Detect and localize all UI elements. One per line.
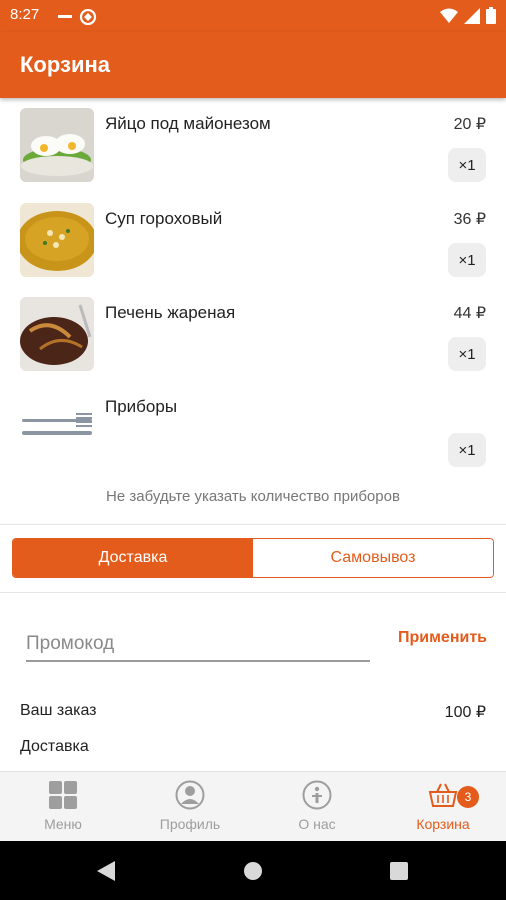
item-price: 44 ₽ xyxy=(453,305,486,322)
battery-icon xyxy=(486,7,496,24)
delivery-label: Доставка xyxy=(20,738,89,755)
order-value: 100 ₽ xyxy=(444,704,486,721)
item-price: 20 ₽ xyxy=(453,116,486,133)
quantity-button[interactable]: ×1 xyxy=(448,433,486,467)
item-name: Приборы xyxy=(105,397,178,416)
divider xyxy=(0,592,506,593)
pea-soup-photo xyxy=(20,203,94,277)
cart-item[interactable]: Приборы ×1 xyxy=(0,391,506,481)
fried-liver-photo xyxy=(20,297,94,371)
nav-about[interactable]: О нас xyxy=(267,780,367,836)
app-bar: Корзина xyxy=(0,32,506,98)
quantity-button[interactable]: ×1 xyxy=(448,148,486,182)
delivery-row: Доставка xyxy=(20,738,486,756)
recents-icon[interactable] xyxy=(390,862,408,880)
quantity-button[interactable]: ×1 xyxy=(448,243,486,277)
cart-item[interactable]: Яйцо под майонезом 20 ₽ ×1 xyxy=(0,108,506,198)
cutlery-photo xyxy=(20,391,94,465)
basket-icon xyxy=(428,783,458,807)
minus-icon xyxy=(58,15,72,18)
home-icon[interactable] xyxy=(243,861,263,881)
status-bar: 8:27 xyxy=(0,0,506,32)
page-title: Корзина xyxy=(20,52,110,77)
divider xyxy=(0,524,506,525)
apply-promo-button[interactable]: Применить xyxy=(398,629,487,647)
cart-count-badge: 3 xyxy=(457,786,479,808)
status-time: 8:27 xyxy=(10,6,40,23)
grid-icon xyxy=(49,781,77,809)
nav-label: Меню xyxy=(44,816,82,832)
nav-label: О нас xyxy=(298,816,336,832)
delivery-toggle[interactable]: Доставка Самовывоз xyxy=(12,538,494,578)
wifi-icon xyxy=(440,8,458,23)
back-icon[interactable] xyxy=(97,861,115,881)
bottom-navigation: Меню Профиль О нас Корзина 3 xyxy=(0,771,506,842)
order-total-row: Ваш заказ 100 ₽ xyxy=(20,702,486,721)
item-name: Яйцо под майонезом xyxy=(105,114,271,133)
profile-icon xyxy=(175,780,205,810)
nav-profile[interactable]: Профиль xyxy=(140,780,240,836)
system-navigation xyxy=(0,841,506,900)
order-label: Ваш заказ xyxy=(20,702,97,719)
item-name: Печень жареная xyxy=(105,303,236,322)
nav-label: Корзина xyxy=(416,816,470,832)
cutlery-hint: Не забудьте указать количество приборов xyxy=(106,488,400,505)
signal-icon xyxy=(464,7,480,24)
cart-item[interactable]: Суп гороховый 36 ₽ ×1 xyxy=(0,203,506,293)
item-price: 36 ₽ xyxy=(453,211,486,228)
info-icon xyxy=(302,780,332,810)
tab-pickup[interactable]: Самовывоз xyxy=(253,539,493,577)
notification-icons xyxy=(58,8,98,30)
tab-delivery[interactable]: Доставка xyxy=(13,539,253,577)
promo-code-input[interactable] xyxy=(26,628,370,662)
egg-mayo-photo xyxy=(20,108,94,182)
item-name: Суп гороховый xyxy=(105,209,223,228)
nav-cart[interactable]: Корзина 3 xyxy=(393,780,493,836)
cart-item[interactable]: Печень жареная 44 ₽ ×1 xyxy=(0,297,506,387)
nav-menu[interactable]: Меню xyxy=(13,780,113,836)
quantity-button[interactable]: ×1 xyxy=(448,337,486,371)
nav-label: Профиль xyxy=(159,816,221,832)
